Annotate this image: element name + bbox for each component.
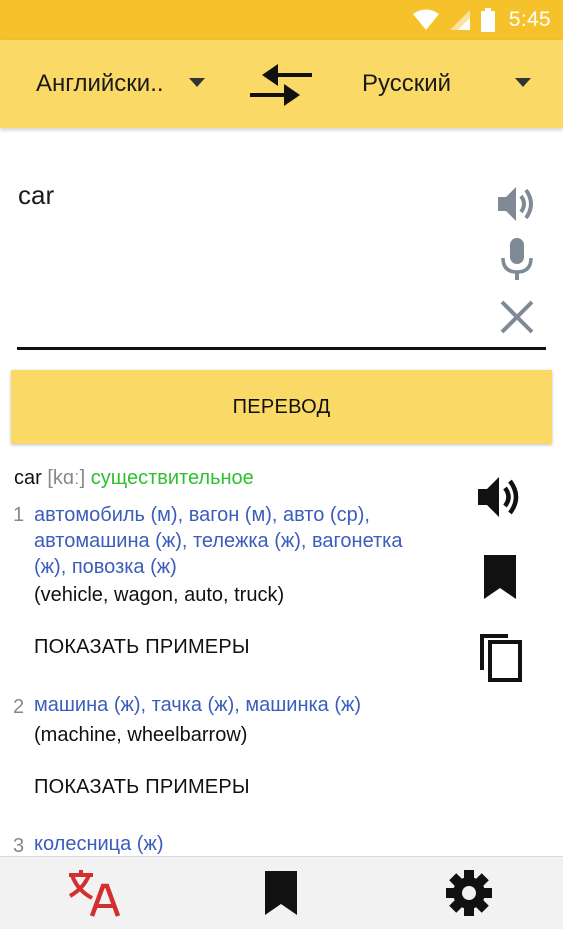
meaning-line: автомашина (ж), тележка (ж), вагонетка — [34, 530, 403, 552]
bookmarks-icon — [265, 871, 297, 915]
status-bar: 5:45 — [0, 0, 563, 40]
result-header: car [kɑː] существительное — [14, 467, 254, 490]
language-bar: Английски.. Русский — [0, 40, 563, 128]
wifi-icon — [412, 9, 439, 30]
signal-icon — [449, 10, 470, 30]
speaker-icon[interactable] — [494, 181, 540, 227]
translate-icon — [68, 870, 121, 917]
entry-meaning[interactable]: машина (ж), тачка (ж), машинка (ж) — [34, 692, 361, 718]
nav-translate[interactable] — [34, 857, 154, 929]
microphone-icon[interactable] — [494, 236, 540, 282]
meaning-line: (ж), повозка (ж) — [34, 556, 177, 578]
target-language-label: Русский — [362, 70, 452, 97]
source-language-label: Английски.. — [36, 70, 164, 97]
target-dropdown-caret-icon[interactable] — [515, 78, 531, 87]
bottom-navigation — [0, 856, 563, 929]
entry-gloss: (machine, wheelbarrow) — [34, 724, 248, 746]
meaning-line: автомобиль (м), вагон (м), авто (ср), — [34, 504, 370, 526]
entry-meaning[interactable]: автомобиль (м), вагон (м), авто (ср), ав… — [34, 502, 403, 580]
show-examples-button[interactable]: ПОКАЗАТЬ ПРИМЕРЫ — [34, 636, 250, 659]
show-examples-button[interactable]: ПОКАЗАТЬ ПРИМЕРЫ — [34, 776, 250, 799]
result-word: car — [14, 467, 42, 489]
translate-button[interactable]: ПЕРЕВОД — [11, 370, 552, 444]
transcription: [kɑː] — [47, 467, 86, 489]
nav-bookmarks[interactable] — [221, 857, 341, 929]
swap-arrows-icon[interactable] — [248, 62, 314, 108]
entry-meaning[interactable]: колесница (ж) — [34, 831, 164, 857]
status-time: 5:45 — [508, 8, 551, 31]
entry-gloss: (vehicle, wagon, auto, truck) — [34, 584, 285, 606]
status-icons: 5:45 — [412, 0, 551, 40]
clear-icon[interactable] — [494, 294, 540, 340]
settings-icon — [446, 870, 492, 916]
speaker-icon[interactable] — [474, 471, 526, 523]
entry-number: 3 — [13, 835, 25, 857]
source-dropdown-caret-icon[interactable] — [189, 78, 205, 87]
copy-icon[interactable] — [474, 630, 526, 682]
bookmark-icon[interactable] — [474, 551, 526, 603]
translate-button-label: ПЕРЕВОД — [232, 395, 331, 418]
nav-settings[interactable] — [409, 857, 529, 929]
entry-number: 1 — [13, 504, 25, 526]
input-underline — [17, 347, 546, 350]
entry-number: 2 — [13, 696, 25, 718]
source-text-input[interactable]: car — [18, 180, 54, 211]
battery-icon — [480, 8, 495, 32]
part-of-speech: существительное — [90, 467, 254, 489]
